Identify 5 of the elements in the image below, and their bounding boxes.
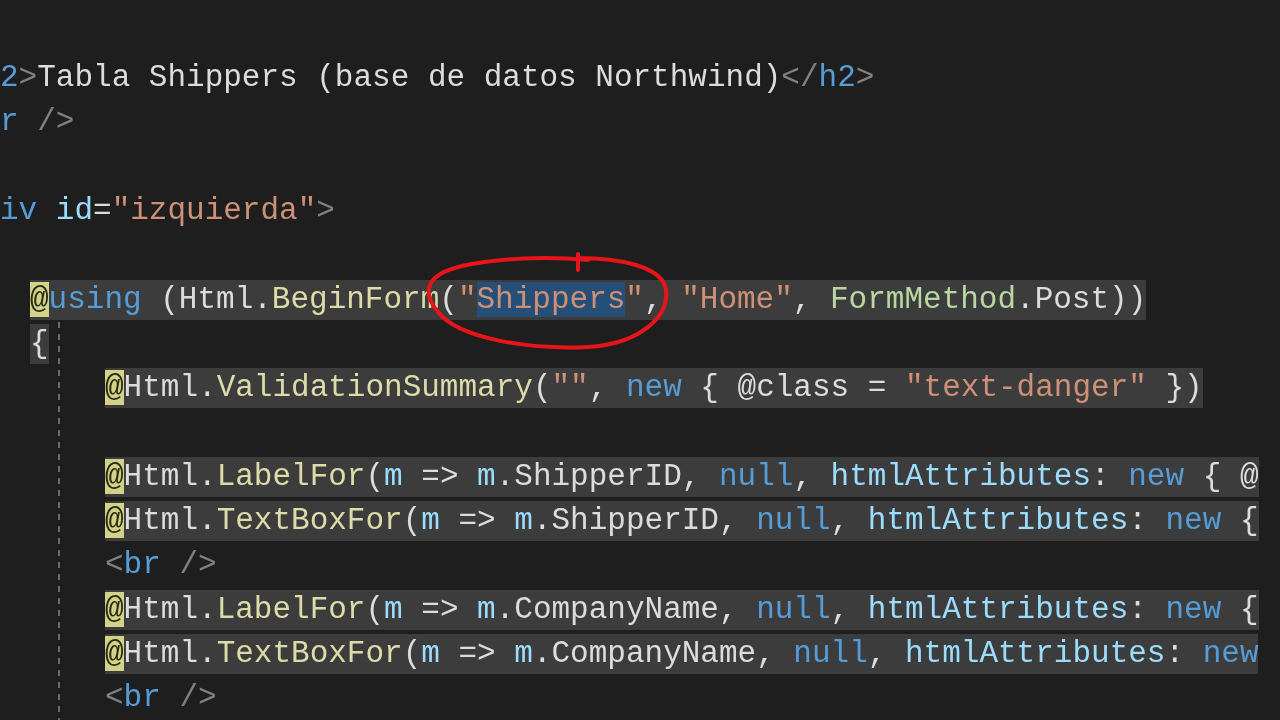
- code-line: 2>Tabla Shippers (base de datos Northwind)</h2>: [0, 59, 875, 98]
- code-line: iv id="izquierda">: [0, 192, 335, 231]
- code-line: r />: [0, 103, 75, 142]
- code-line: <br />: [105, 679, 217, 718]
- code-line: <br />: [105, 546, 217, 585]
